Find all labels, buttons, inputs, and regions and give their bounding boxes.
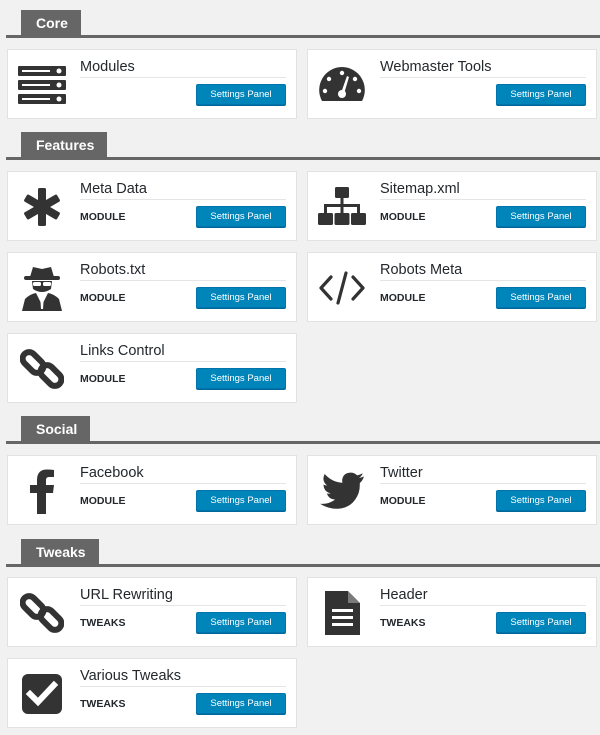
card-type-label: MODULE [80,292,126,304]
card-webmaster-tools: Webmaster Tools Settings Panel [307,49,597,119]
card-sitemap: Sitemap.xml MODULE Settings Panel [307,171,597,241]
card-divider [80,605,286,606]
card-title: Robots Meta [380,262,463,278]
card-divider [80,199,286,200]
card-type-label: MODULE [80,211,126,223]
card-type-label: MODULE [80,495,126,507]
card-title: Modules [80,59,135,75]
document-icon [317,588,367,638]
card-title: Webmaster Tools [380,59,492,75]
settings-panel-button[interactable]: Settings Panel [196,693,286,714]
settings-panel-button[interactable]: Settings Panel [196,368,286,389]
card-twitter: Twitter MODULE Settings Panel [307,455,597,525]
card-title: Links Control [80,343,165,359]
spy-agent-icon [17,263,67,313]
card-header: Header TWEAKS Settings Panel [307,577,597,647]
card-divider [80,77,286,78]
card-title: Robots.txt [80,262,146,278]
card-divider [80,280,286,281]
card-divider [80,483,286,484]
card-title: Sitemap.xml [380,181,460,197]
section-features: Features [0,130,600,160]
card-divider [380,280,586,281]
card-robots-txt: Robots.txt MODULE Settings Panel [7,252,297,322]
card-title: Header [380,587,428,603]
section-title: Core [21,10,81,36]
card-title: Twitter [380,465,423,481]
sitemap-icon [317,182,367,232]
settings-panel-button[interactable]: Settings Panel [196,84,286,105]
code-icon [317,263,367,313]
card-title: Various Tweaks [80,668,182,684]
section-divider [6,441,600,444]
settings-panel-button[interactable]: Settings Panel [196,287,286,308]
section-title: Features [21,132,107,158]
card-links-control: Links Control MODULE Settings Panel [7,333,297,403]
card-divider [380,483,586,484]
settings-panel-button[interactable]: Settings Panel [196,490,286,511]
card-title: URL Rewriting [80,587,173,603]
card-divider [380,605,586,606]
section-title: Tweaks [21,539,99,565]
twitter-bird-icon [317,466,367,516]
settings-panel-button[interactable]: Settings Panel [196,206,286,227]
dashboard-gauge-icon [317,60,367,110]
card-divider [380,199,586,200]
card-divider [380,77,586,78]
card-type-label: TWEAKS [380,617,426,629]
server-icon [17,60,67,110]
section-divider [6,564,600,567]
card-various-tweaks: Various Tweaks TWEAKS Settings Panel [7,658,297,728]
link-chain-icon [17,588,67,638]
card-type-label: MODULE [380,495,426,507]
card-facebook: Facebook MODULE Settings Panel [7,455,297,525]
settings-panel-button[interactable]: Settings Panel [196,612,286,633]
card-type-label: MODULE [380,211,426,223]
card-meta-data: Meta Data MODULE Settings Panel [7,171,297,241]
card-type-label: MODULE [80,373,126,385]
facebook-icon [17,466,67,516]
section-divider [6,157,600,160]
section-core: Core [0,8,600,38]
checkbox-checked-icon [17,669,67,719]
card-divider [80,686,286,687]
card-title: Facebook [80,465,144,481]
card-type-label: TWEAKS [80,698,126,710]
section-divider [6,35,600,38]
section-title: Social [21,416,90,442]
card-title: Meta Data [80,181,147,197]
link-chain-icon [17,344,67,394]
settings-panel-button[interactable]: Settings Panel [496,84,586,105]
card-divider [80,361,286,362]
section-social: Social [0,414,600,444]
settings-panel-button[interactable]: Settings Panel [496,612,586,633]
card-robots-meta: Robots Meta MODULE Settings Panel [307,252,597,322]
asterisk-icon [17,182,67,232]
section-tweaks: Tweaks [0,537,600,567]
card-modules: Modules Settings Panel [7,49,297,119]
card-type-label: MODULE [380,292,426,304]
card-url-rewriting: URL Rewriting TWEAKS Settings Panel [7,577,297,647]
settings-panel-button[interactable]: Settings Panel [496,206,586,227]
card-type-label: TWEAKS [80,617,126,629]
settings-panel-button[interactable]: Settings Panel [496,287,586,308]
settings-panel-button[interactable]: Settings Panel [496,490,586,511]
